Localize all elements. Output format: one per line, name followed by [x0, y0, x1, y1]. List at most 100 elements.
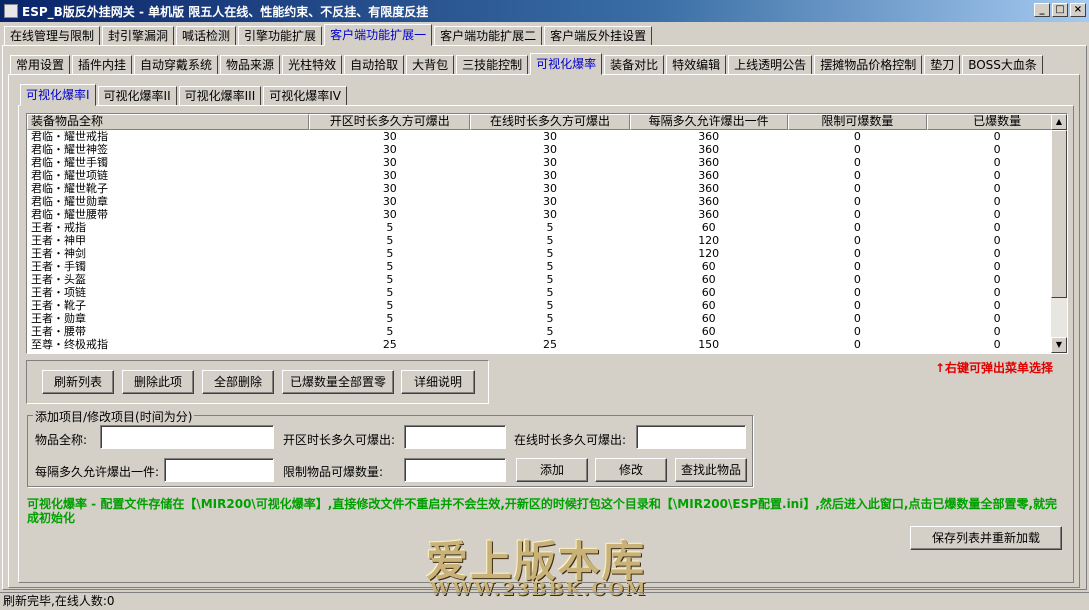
table-row[interactable]: 王者・戒指 5 5 60 0 0	[27, 221, 1067, 234]
tab-main-0[interactable]: 在线管理与限制	[4, 26, 101, 46]
table-cell: 30	[543, 169, 557, 182]
table-cell: 360	[698, 156, 720, 169]
column-header[interactable]: 在线时长多久方可爆出	[470, 114, 630, 130]
scroll-up-icon[interactable]: ▲	[1051, 114, 1067, 130]
table-cell: 5	[386, 260, 394, 273]
table-row[interactable]: 君临・耀世戒指 30 30 360 0 0	[27, 130, 1067, 143]
tab-main-2[interactable]: 喊话检测	[176, 26, 237, 46]
scroll-thumb[interactable]	[1051, 130, 1067, 298]
limit-field[interactable]	[404, 458, 506, 482]
find-item-button[interactable]: 查找此物品	[675, 458, 747, 482]
table-scrollbar[interactable]: ▲ ▼	[1051, 114, 1067, 353]
modify-button[interactable]: 修改	[595, 458, 667, 482]
tab-sub-10[interactable]: 特效编辑	[666, 55, 727, 75]
column-header[interactable]: 开区时长多久方可爆出	[309, 114, 471, 130]
table-cell: 君临・耀世靴子	[31, 182, 108, 195]
table-cell: 0	[993, 247, 1001, 260]
table-row[interactable]: 王者・神剑 5 5 120 0 0	[27, 247, 1067, 260]
tab-sub-0[interactable]: 常用设置	[10, 55, 71, 75]
interval-label: 每隔多久允许爆出一件:	[35, 465, 160, 479]
online-time-field[interactable]	[636, 425, 746, 449]
table-row[interactable]: 王者・手镯 5 5 60 0 0	[27, 260, 1067, 273]
table-cell: 0	[853, 325, 861, 338]
table-row[interactable]: 至尊・终极戒指 25 25 150 0 0	[27, 338, 1067, 351]
tab-main-3[interactable]: 引擎功能扩展	[238, 26, 323, 46]
scroll-down-icon[interactable]: ▼	[1051, 337, 1067, 353]
table-cell: 0	[853, 208, 861, 221]
reset-dropped-button[interactable]: 已爆数量全部置零	[282, 370, 394, 394]
delete-item-button[interactable]: 删除此项	[122, 370, 194, 394]
table-cell: 王者・勋章	[31, 312, 86, 325]
item-name-field[interactable]	[100, 425, 274, 449]
edit-item-group-title: 添加项目/修改项目(时间为分)	[33, 408, 195, 425]
tab-sub-12[interactable]: 摆摊物品价格控制	[814, 55, 923, 75]
tab-sub-13[interactable]: 垫刀	[924, 55, 961, 75]
add-button[interactable]: 添加	[516, 458, 588, 482]
refresh-list-button[interactable]: 刷新列表	[42, 370, 114, 394]
table-row[interactable]: 君临・耀世手镯 30 30 360 0 0	[27, 156, 1067, 169]
table-cell: 0	[993, 338, 1001, 351]
tab-drop-rate-1[interactable]: 可视化爆率II	[97, 86, 177, 106]
table-cell: 0	[853, 247, 861, 260]
close-button[interactable]: ×	[1070, 3, 1086, 17]
tab-main-1[interactable]: 封引擎漏洞	[102, 26, 175, 46]
table-row[interactable]: 王者・项链 5 5 60 0 0	[27, 286, 1067, 299]
sub-tab-bar: 常用设置 插件内挂 自动穿戴系统 物品来源 光柱特效 自动拾取 大背包 三技能控制 可视化爆率装…	[10, 53, 1045, 75]
table-cell: 5	[546, 260, 554, 273]
drop-rate-tab-bar: 可视化爆率I 可视化爆率II 可视化爆率III 可视化爆率IV	[20, 84, 349, 106]
table-cell: 60	[701, 273, 716, 286]
table-cell: 5	[386, 247, 394, 260]
tab-sub-7[interactable]: 三技能控制	[456, 55, 529, 75]
table-row[interactable]: 君临・耀世勋章 30 30 360 0 0	[27, 195, 1067, 208]
interval-field[interactable]	[164, 458, 274, 482]
tab-drop-rate-3[interactable]: 可视化爆率IV	[263, 86, 348, 106]
maximize-button[interactable]: □	[1052, 3, 1068, 17]
save-reload-button[interactable]: 保存列表并重新加载	[910, 526, 1062, 550]
column-header[interactable]: 已爆数量	[927, 114, 1067, 130]
tab-sub-9[interactable]: 装备对比	[604, 55, 665, 75]
column-header[interactable]: 每隔多久允许爆出一件	[629, 114, 788, 130]
table-cell: 120	[698, 234, 720, 247]
table-cell: 30	[543, 143, 557, 156]
tab-sub-14[interactable]: BOSS大血条	[962, 55, 1043, 75]
table-cell: 0	[853, 286, 861, 299]
tab-sub-8[interactable]: 可视化爆率	[530, 53, 603, 75]
delete-all-button[interactable]: 全部删除	[202, 370, 274, 394]
table-row[interactable]: 君临・耀世神签 30 30 360 0 0	[27, 143, 1067, 156]
table-cell: 5	[386, 286, 394, 299]
tab-sub-2[interactable]: 自动穿戴系统	[134, 55, 219, 75]
table-row[interactable]: 王者・靴子 5 5 60 0 0	[27, 299, 1067, 312]
tab-sub-4[interactable]: 光柱特效	[282, 55, 343, 75]
table-row[interactable]: 王者・腰带 5 5 60 0 0	[27, 325, 1067, 338]
table-row[interactable]: 君临・耀世腰带 30 30 360 0 0	[27, 208, 1067, 221]
table-row[interactable]: 王者・头盔 5 5 60 0 0	[27, 273, 1067, 286]
table-row[interactable]: 王者・勋章 5 5 60 0 0	[27, 312, 1067, 325]
details-button[interactable]: 详细说明	[401, 370, 475, 394]
table-cell: 0	[993, 260, 1001, 273]
table-cell: 王者・头盔	[31, 273, 86, 286]
table-row[interactable]: 君临・耀世靴子 30 30 360 0 0	[27, 182, 1067, 195]
table-cell: 君临・耀世勋章	[31, 195, 108, 208]
table-row[interactable]: 君临・耀世项链 30 30 360 0 0	[27, 169, 1067, 182]
minimize-button[interactable]: _	[1034, 3, 1050, 17]
table-cell: 君临・耀世腰带	[31, 208, 108, 221]
open-time-field[interactable]	[404, 425, 506, 449]
tab-drop-rate-2[interactable]: 可视化爆率III	[178, 86, 262, 106]
tab-main-4[interactable]: 客户端功能扩展一	[324, 24, 433, 46]
column-header[interactable]: 限制可爆数量	[787, 114, 928, 130]
tab-sub-1[interactable]: 插件内挂	[72, 55, 133, 75]
tab-main-5[interactable]: 客户端功能扩展二	[434, 26, 543, 46]
drop-rate-table[interactable]: 装备物品全称 开区时长多久方可爆出 在线时长多久方可爆出 每隔多久允许爆出一件 限制可爆…	[26, 113, 1068, 354]
tab-sub-11[interactable]: 上线透明公告	[728, 55, 813, 75]
column-header[interactable]: 装备物品全称	[27, 114, 310, 130]
table-row[interactable]: 王者・神甲 5 5 120 0 0	[27, 234, 1067, 247]
table-cell: 0	[853, 130, 861, 143]
table-cell: 王者・神剑	[31, 247, 86, 260]
tab-sub-6[interactable]: 大背包	[406, 55, 455, 75]
tab-drop-rate-0[interactable]: 可视化爆率I	[20, 84, 96, 106]
tab-sub-5[interactable]: 自动拾取	[344, 55, 405, 75]
table-cell: 360	[698, 143, 720, 156]
table-cell: 0	[853, 143, 861, 156]
tab-main-6[interactable]: 客户端反外挂设置	[544, 26, 653, 46]
tab-sub-3[interactable]: 物品来源	[220, 55, 281, 75]
